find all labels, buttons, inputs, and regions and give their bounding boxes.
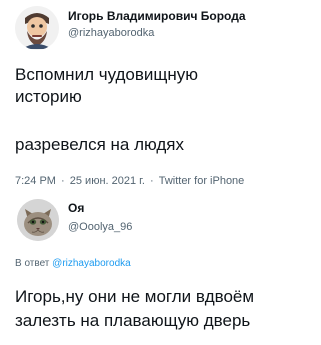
tweet-date: 25 июн. 2021 г. — [69, 175, 145, 187]
tweet-time: 7:24 PM — [15, 175, 56, 187]
main-display-name[interactable]: Игорь Владимирович Борода — [68, 9, 246, 23]
tweet-source: Twitter for iPhone — [158, 175, 245, 187]
main-tweet: Игорь Владимирович Борода @rizhayaborodk… — [0, 0, 321, 190]
main-avatar[interactable] — [15, 6, 59, 50]
reply-to-handle-link[interactable]: @rizhayaborodka — [52, 258, 131, 269]
tweet-meta: 7:24 PM · 25 июн. 2021 г. · Twitter for … — [15, 174, 244, 188]
cat-icon — [17, 199, 59, 241]
main-handle[interactable]: @rizhayaborodka — [68, 27, 154, 40]
illustrated-man-icon — [15, 6, 59, 50]
reply-line-2: залезть на плавающую дверь — [15, 311, 251, 330]
meta-separator: · — [61, 175, 65, 187]
reply-to-prefix: В ответ — [15, 258, 50, 269]
reply-handle[interactable]: @Ooolya_96 — [68, 221, 132, 234]
meta-separator: · — [149, 175, 154, 187]
main-tweet-line-1: Вспомнил чудовищную — [15, 65, 199, 84]
reply-line-1: Игорь,ну они не могли вдвоём — [15, 287, 255, 306]
main-tweet-line-2: историю — [15, 87, 82, 106]
reply-to-line: В ответ @rizhayaborodka — [15, 258, 131, 270]
reply-display-name[interactable]: Оя — [68, 201, 84, 215]
main-tweet-line-3: разревелся на людях — [15, 135, 184, 154]
reply-avatar[interactable] — [17, 199, 59, 241]
